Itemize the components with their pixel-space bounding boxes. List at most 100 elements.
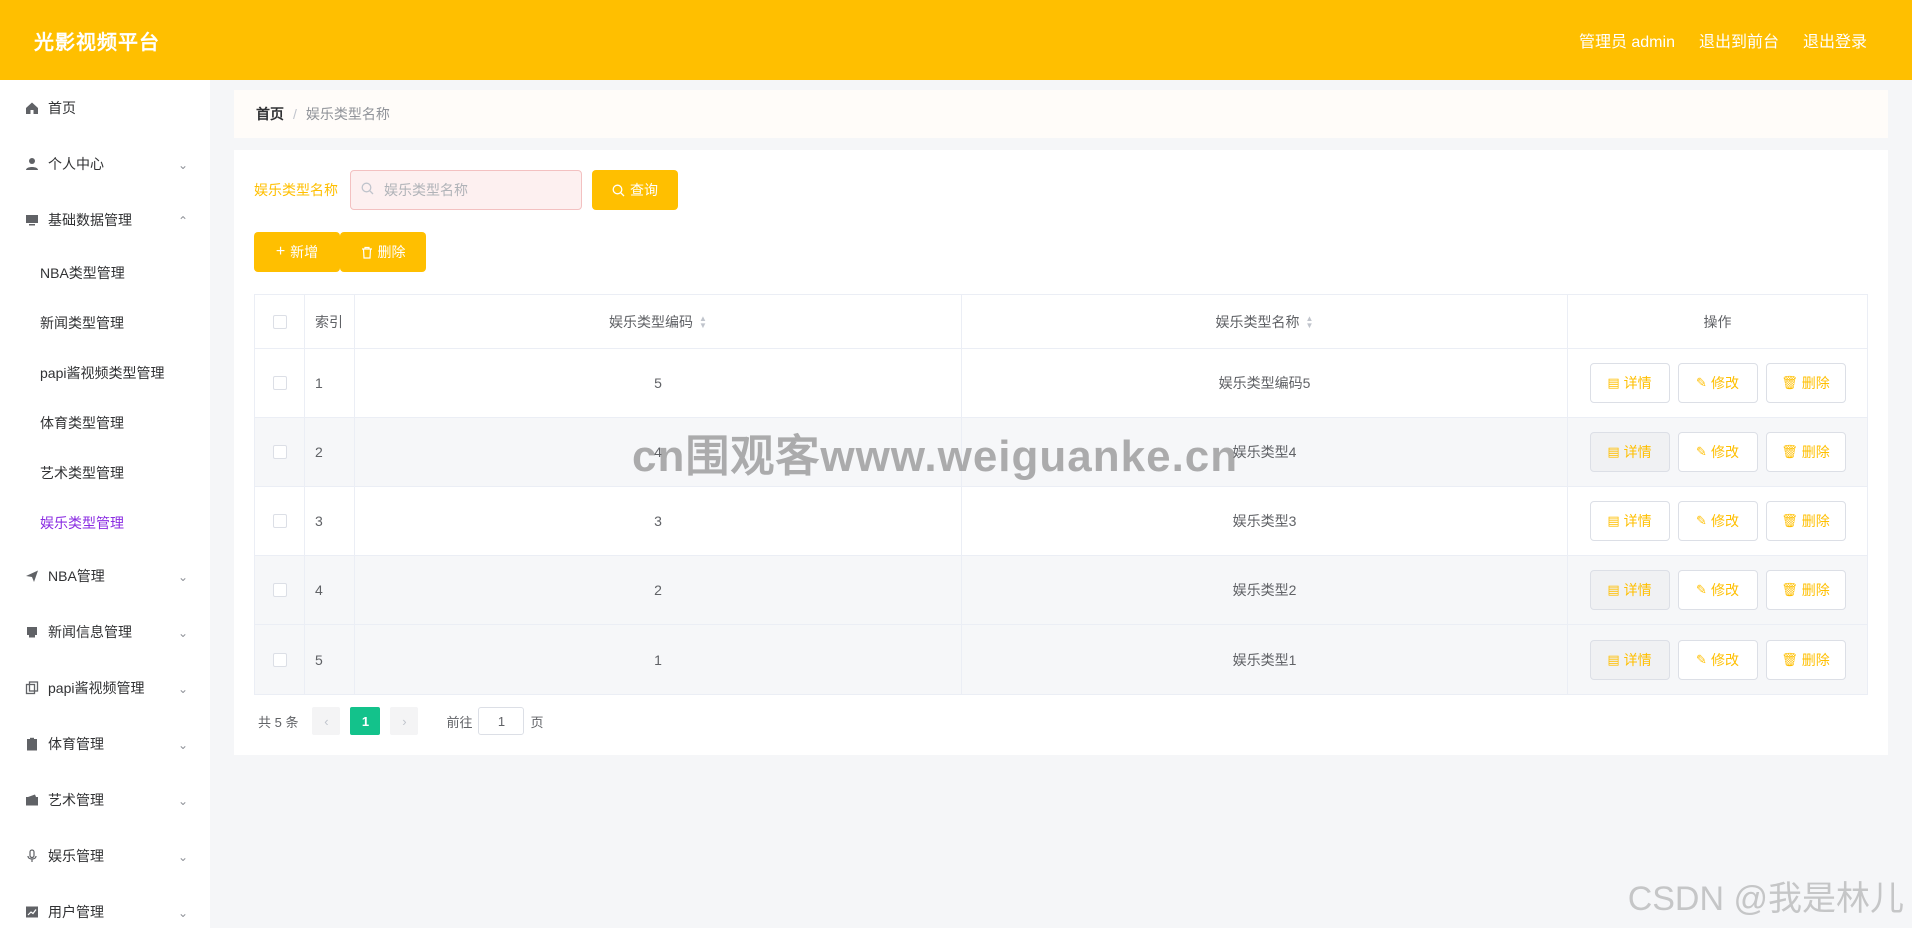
detail-button[interactable]: ▤ 详情 (1589, 363, 1670, 403)
edit-button[interactable]: ✎ 修改 (1677, 639, 1758, 680)
sidebar-item-nba[interactable]: NBA管理 ⌄ (0, 548, 210, 604)
goto-page-input[interactable]: 1 (478, 707, 525, 735)
detail-button[interactable]: ▤ 详情 (1589, 639, 1670, 680)
edit-button[interactable]: ✎ 修改 (1677, 363, 1758, 403)
trash-icon: 🗑 (1781, 651, 1798, 667)
sidebar-item-news[interactable]: 新闻信息管理 ⌄ (0, 604, 210, 660)
trash-icon: 🗑 (1781, 513, 1798, 528)
edit-icon: ✎ (1696, 375, 1707, 390)
cell-op: ▤ 详情 ✎ 修改 🗑 删除 (1568, 556, 1867, 624)
submenu-ent-type[interactable]: 娱乐类型管理 (0, 498, 210, 548)
header-code-label: 娱乐类型编码 (609, 313, 694, 330)
row-checkbox-cell (255, 418, 305, 486)
sort-icon[interactable]: ▲ ▼ (1306, 314, 1314, 329)
sidebar-item-ent[interactable]: 娱乐管理 ⌄ (0, 828, 210, 884)
edit-button[interactable]: ✎ 修改 (1677, 432, 1758, 472)
sidebar-item-label: 新闻信息管理 (48, 624, 132, 640)
cell-index: 3 (305, 487, 355, 555)
edit-button[interactable]: ✎ 修改 (1677, 570, 1758, 610)
delete-button-label: 删除 (377, 244, 406, 260)
home-icon (24, 100, 40, 116)
edit-button-label: 修改 (1710, 513, 1739, 529)
detail-button-label: 详情 (1623, 651, 1652, 668)
row-checkbox[interactable] (272, 445, 287, 459)
delete-button[interactable]: 🗑 删除 (1765, 501, 1846, 541)
sidebar-item-basic[interactable]: 基础数据管理 ⌃ (0, 192, 210, 248)
sidebar-item-user[interactable]: 用户管理 ⌄ (0, 884, 210, 928)
row-checkbox[interactable] (272, 652, 287, 667)
search-label: 娱乐类型名称 (254, 182, 338, 198)
header-name[interactable]: 娱乐类型名称 ▲ ▼ (962, 295, 1568, 348)
row-checkbox-cell (255, 349, 305, 417)
cell-index: 1 (305, 349, 355, 417)
submenu-art-type[interactable]: 艺术类型管理 (0, 448, 210, 498)
submenu-papi-type[interactable]: papi酱视频类型管理 (0, 348, 210, 398)
sidebar-item-label: 用户管理 (48, 904, 104, 920)
delete-button[interactable]: 🗑 删除 (1765, 570, 1846, 610)
exit-to-front-link[interactable]: 退出到前台 (1699, 28, 1779, 52)
detail-button[interactable]: ▤ 详情 (1589, 501, 1670, 541)
detail-button[interactable]: ▤ 详情 (1589, 432, 1670, 472)
submenu-sports-type[interactable]: 体育类型管理 (0, 398, 210, 448)
cell-code: 3 (355, 487, 962, 555)
document-icon: ▤ (1607, 582, 1620, 597)
header-index: 索引 (305, 295, 355, 348)
table-row: 3 3 娱乐类型3 ▤ 详情 ✎ 修改 🗑 删除 (255, 487, 1867, 556)
search-icon (612, 184, 625, 197)
sidebar-item-personal[interactable]: 个人中心 ⌄ (0, 136, 210, 192)
detail-button[interactable]: ▤ 详情 (1589, 570, 1670, 610)
printer-icon (24, 624, 40, 640)
breadcrumb-home[interactable]: 首页 (256, 104, 284, 124)
sidebar-item-sports[interactable]: 体育管理 ⌄ (0, 716, 210, 772)
page-number-current[interactable]: 1 (350, 707, 381, 735)
sidebar-item-label: 体育管理 (48, 736, 104, 752)
header-op: 操作 (1703, 313, 1732, 330)
cell-code: 2 (355, 556, 962, 624)
delete-button[interactable]: 🗑 删除 (1765, 639, 1846, 680)
sidebar-item-label: 艺术管理 (48, 792, 104, 808)
logout-link[interactable]: 退出登录 (1803, 28, 1867, 52)
sidebar-item-label: 基础数据管理 (48, 212, 132, 228)
row-checkbox[interactable] (272, 376, 287, 390)
document-icon: ▤ (1607, 513, 1620, 528)
cell-op: ▤ 详情 ✎ 修改 🗑 删除 (1568, 349, 1867, 417)
prev-page-button[interactable]: ‹ (312, 707, 341, 735)
row-checkbox[interactable] (272, 583, 287, 597)
watermark-corner: CSDN @我是林儿 (1627, 880, 1904, 918)
brand-title: 光影视频平台 (34, 31, 160, 54)
edit-button[interactable]: ✎ 修改 (1677, 501, 1758, 541)
batch-delete-button[interactable]: 删除 (340, 232, 426, 272)
search-input[interactable]: 娱乐类型名称 (350, 170, 582, 210)
header-actions: 管理员 admin 退出到前台 退出登录 (1579, 28, 1867, 52)
row-checkbox-cell (255, 487, 305, 555)
cell-index: 5 (305, 625, 355, 694)
add-button[interactable]: + 新增 (254, 232, 340, 272)
select-all-checkbox[interactable] (272, 314, 287, 329)
table-row: 2 4 娱乐类型4 ▤ 详情 ✎ 修改 🗑 删除 (255, 418, 1867, 487)
breadcrumb-separator: / (293, 106, 297, 122)
trash-icon (361, 246, 373, 259)
delete-button[interactable]: 🗑 删除 (1765, 432, 1846, 472)
delete-button-label: 删除 (1801, 582, 1830, 598)
delete-button-label: 删除 (1801, 444, 1830, 460)
breadcrumb: 首页 / 娱乐类型名称 (234, 90, 1888, 138)
row-checkbox[interactable] (272, 514, 287, 528)
sidebar-item-label: 娱乐管理 (48, 848, 104, 864)
header-code[interactable]: 娱乐类型编码 ▲ ▼ (355, 295, 962, 348)
query-button[interactable]: 查询 (592, 170, 678, 210)
sidebar-item-home[interactable]: 首页 (0, 80, 210, 136)
next-page-button[interactable]: › (390, 707, 419, 735)
delete-button[interactable]: 🗑 删除 (1765, 363, 1846, 403)
header-name-label: 娱乐类型名称 (1215, 313, 1300, 330)
edit-button-label: 修改 (1710, 582, 1739, 598)
wallet-icon (24, 792, 40, 808)
table-header: 索引 娱乐类型编码 ▲ ▼ 娱乐类型名称 ▲ ▼ 操作 (255, 295, 1867, 349)
sidebar-item-label: NBA管理 (48, 568, 105, 584)
sort-icon[interactable]: ▲ ▼ (699, 314, 707, 329)
submenu-nba-type[interactable]: NBA类型管理 (0, 248, 210, 298)
content-panel: 娱乐类型名称 娱乐类型名称 查询 + 新增 删除 索引 娱乐类型编码 ▲ ▼ 娱… (234, 150, 1888, 755)
sidebar-item-papi[interactable]: papi酱视频管理 ⌄ (0, 660, 210, 716)
table-row: 4 2 娱乐类型2 ▤ 详情 ✎ 修改 🗑 删除 (255, 556, 1867, 625)
sidebar-item-art[interactable]: 艺术管理 ⌄ (0, 772, 210, 828)
submenu-news-type[interactable]: 新闻类型管理 (0, 298, 210, 348)
